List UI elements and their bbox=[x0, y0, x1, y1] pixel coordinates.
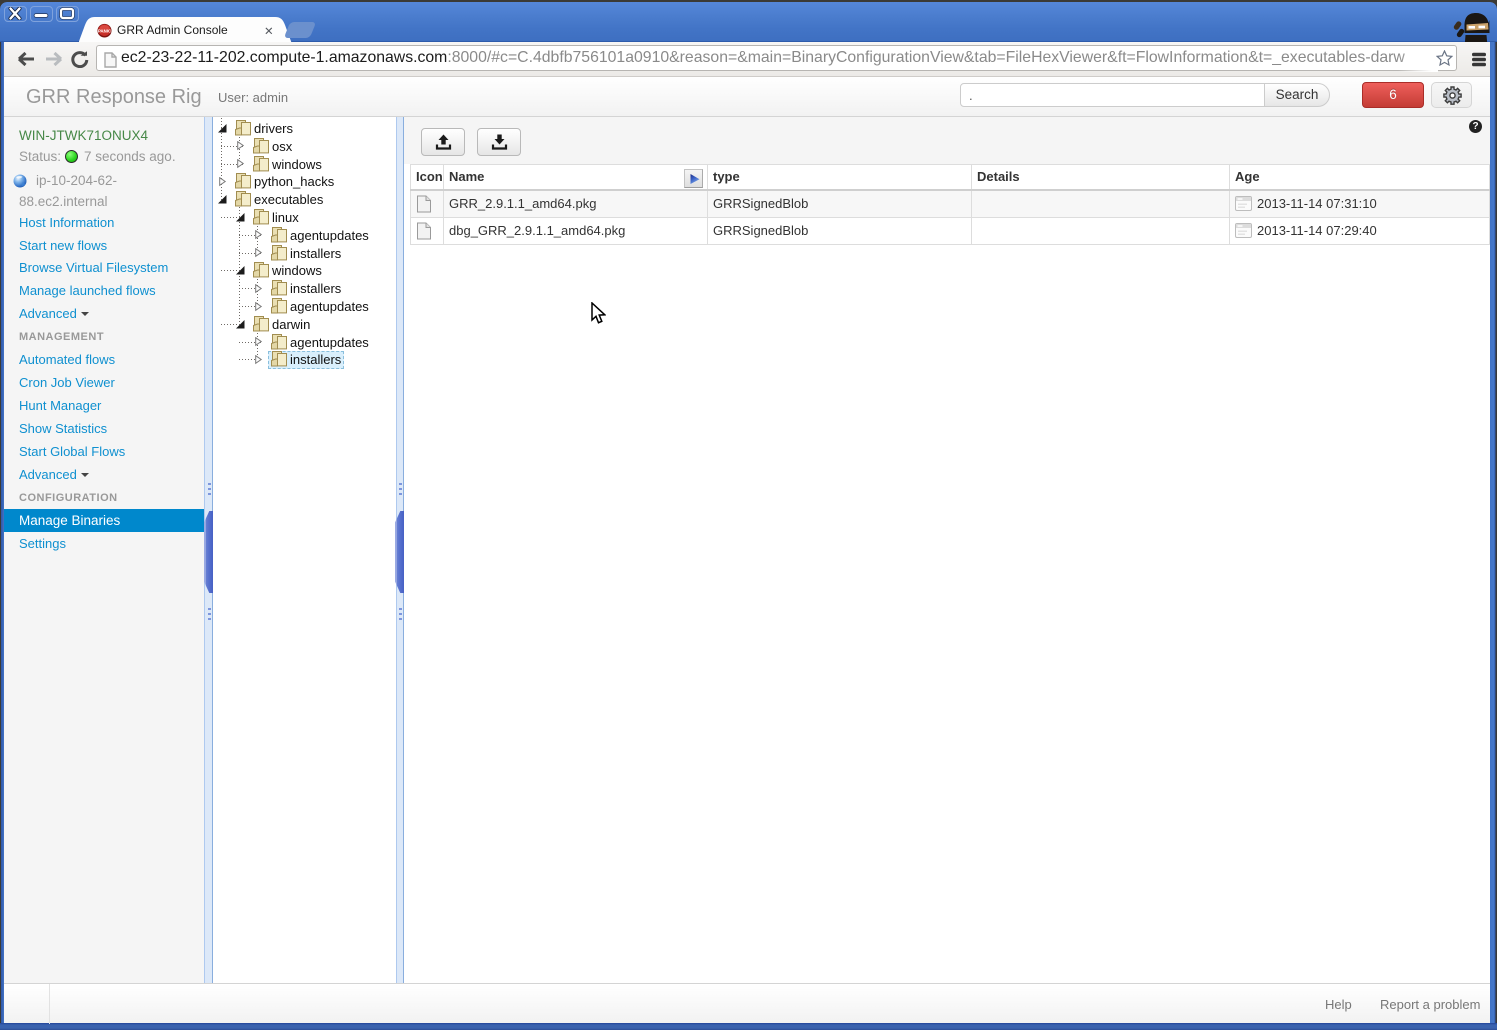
svg-text:PANIC: PANIC bbox=[98, 29, 112, 34]
